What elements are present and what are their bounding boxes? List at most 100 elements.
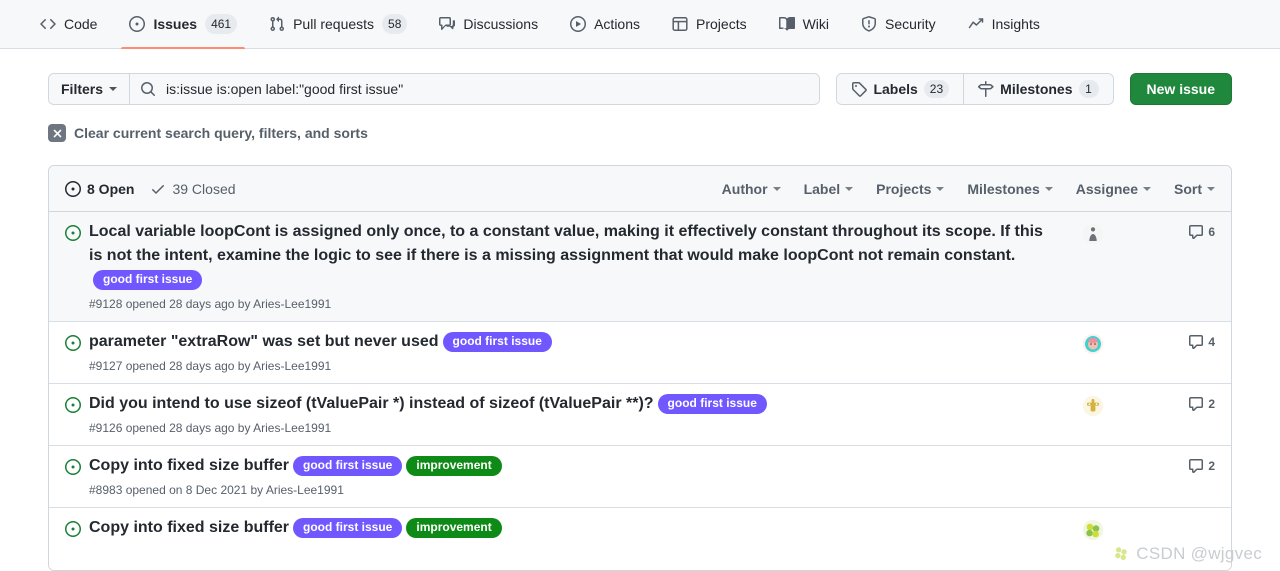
search-field-wrap[interactable] — [130, 74, 820, 104]
nav-tab-projects[interactable]: Projects — [656, 0, 763, 48]
issue-row[interactable]: Copy into fixed size buffer good first is… — [49, 507, 1231, 570]
issue-title[interactable]: Did you intend to use sizeof (tValuePair… — [89, 392, 1055, 416]
issue-meta: #9127 opened 28 days ago by Aries-Lee199… — [89, 358, 332, 373]
issue-opened-icon — [65, 520, 81, 537]
issue-title-text: parameter "extraRow" was set but never u… — [89, 332, 439, 350]
closed-issues-filter[interactable]: 39 Closed — [150, 181, 236, 197]
avatar[interactable] — [1083, 224, 1103, 244]
chevron-down-icon — [1143, 186, 1151, 191]
check-icon — [150, 181, 166, 197]
nav-tab-label: Code — [64, 16, 98, 32]
issue-row[interactable]: Copy into fixed size buffer good first is… — [49, 445, 1231, 508]
issues-list-header: 8 Open 39 Closed Author Label Projects M… — [49, 166, 1231, 212]
nav-tab-discussions[interactable]: Discussions — [423, 0, 554, 48]
issue-title[interactable]: Copy into fixed size buffer good first is… — [89, 454, 1055, 478]
avatar[interactable] — [1083, 519, 1103, 540]
nav-tab-pull-requests[interactable]: Pull requests 58 — [253, 0, 423, 48]
open-issues-filter[interactable]: 8 Open — [65, 180, 134, 197]
avatar[interactable] — [1083, 395, 1103, 416]
comment-icon — [1188, 224, 1204, 240]
search-input[interactable] — [164, 74, 812, 104]
issue-comment-count[interactable]: 2 — [1159, 396, 1215, 412]
issue-label[interactable]: good first issue — [93, 270, 203, 290]
milestones-button-label: Milestones — [1000, 81, 1073, 97]
issue-label[interactable]: improvement — [406, 455, 502, 476]
projects-dropdown[interactable]: Projects — [876, 181, 945, 197]
nav-tab-security[interactable]: Security — [845, 0, 952, 48]
issue-title[interactable]: Local variable loopCont is assigned only… — [89, 220, 1055, 292]
comment-icon — [1188, 396, 1204, 412]
issue-comment-count[interactable]: 2 — [1159, 458, 1215, 474]
issue-row[interactable]: parameter "extraRow" was set but never u… — [49, 321, 1231, 384]
issue-label[interactable]: improvement — [406, 517, 502, 538]
nav-tab-label: Insights — [991, 16, 1040, 32]
labels-count: 23 — [923, 80, 950, 98]
author-dropdown[interactable]: Author — [722, 181, 781, 197]
milestones-button[interactable]: Milestones 1 — [963, 74, 1113, 104]
issue-meta: #9126 opened 28 days ago by Aries-Lee199… — [89, 420, 332, 435]
comment-count-value: 2 — [1208, 396, 1215, 411]
chevron-down-icon — [109, 87, 118, 91]
issue-title[interactable]: parameter "extraRow" was set but never u… — [89, 330, 1055, 354]
issue-label[interactable]: good first issue — [293, 517, 403, 538]
nav-tab-label: Wiki — [802, 16, 830, 32]
issue-label[interactable]: good first issue — [442, 331, 552, 352]
issue-row[interactable]: Local variable loopCont is assigned only… — [49, 212, 1231, 322]
nav-tab-count: 58 — [382, 14, 408, 34]
issue-comment-count[interactable]: 4 — [1159, 334, 1215, 350]
play-icon — [570, 16, 587, 32]
label-dropdown-label: Label — [803, 180, 841, 197]
nav-tab-label: Actions — [594, 16, 641, 32]
issue-title-text: Local variable loopCont is assigned only… — [89, 223, 1043, 264]
assignee-avatar-slot — [1067, 395, 1159, 416]
nav-tab-label: Pull requests — [293, 16, 375, 32]
assignee-avatar-slot — [1067, 224, 1159, 244]
nav-tab-code[interactable]: Code — [24, 0, 113, 48]
nav-tab-wiki[interactable]: Wiki — [763, 0, 845, 48]
milestones-dropdown-label: Milestones — [967, 180, 1040, 197]
issue-comment-count[interactable]: 6 — [1159, 224, 1215, 240]
author-dropdown-label: Author — [721, 180, 768, 197]
nav-tab-insights[interactable]: Insights — [952, 0, 1056, 48]
graph-icon — [968, 16, 984, 32]
issue-row[interactable]: Did you intend to use sizeof (tValuePair… — [49, 383, 1231, 446]
issues-subnav: Filters Labels 23 — [48, 73, 1232, 105]
search-group: Filters — [48, 73, 821, 105]
avatar[interactable] — [1083, 333, 1103, 354]
issues-list: Local variable loopCont is assigned only… — [49, 212, 1231, 570]
comment-count-value: 4 — [1208, 334, 1215, 349]
search-icon — [140, 81, 156, 97]
milestones-dropdown[interactable]: Milestones — [967, 180, 1053, 197]
labels-milestones-group: Labels 23 Milestones 1 — [836, 73, 1114, 105]
issue-label[interactable]: good first issue — [657, 393, 767, 414]
nav-tab-label: Security — [885, 16, 936, 32]
issues-page: Filters Labels 23 — [0, 49, 1280, 571]
issue-row-aside: 4 — [1067, 330, 1215, 354]
nav-tab-actions[interactable]: Actions — [554, 0, 656, 48]
issue-opened-icon — [129, 16, 146, 32]
issue-row-aside: 2 — [1067, 392, 1215, 416]
repo-nav: Code Issues 461 Pull requests 58 Discuss… — [0, 0, 1280, 49]
issue-content: Copy into fixed size buffer good first is… — [89, 454, 1067, 499]
label-dropdown[interactable]: Label — [804, 181, 854, 197]
issue-label[interactable]: good first issue — [293, 455, 403, 476]
filters-button[interactable]: Filters — [49, 74, 131, 104]
chevron-down-icon — [772, 186, 781, 191]
new-issue-button[interactable]: New issue — [1129, 73, 1232, 105]
labels-button[interactable]: Labels 23 — [837, 74, 964, 104]
chevron-down-icon — [1044, 186, 1053, 191]
issue-row-aside — [1067, 516, 1215, 540]
nav-tab-label: Issues — [153, 16, 198, 32]
sort-dropdown[interactable]: Sort — [1174, 181, 1215, 197]
issue-opened-icon — [65, 458, 81, 475]
comment-count-value: 2 — [1208, 458, 1215, 473]
nav-tab-issues[interactable]: Issues 461 — [113, 0, 253, 49]
issue-title[interactable]: Copy into fixed size buffer good first is… — [89, 516, 1055, 540]
comment-discussion-icon — [439, 16, 456, 32]
assignee-dropdown[interactable]: Assignee — [1076, 181, 1151, 197]
clear-search-row[interactable]: Clear current search query, filters, and… — [48, 124, 1232, 142]
code-icon — [40, 16, 56, 32]
issue-meta: #9128 opened 28 days ago by Aries-Lee199… — [89, 297, 332, 311]
issue-content: parameter "extraRow" was set but never u… — [89, 330, 1067, 375]
issue-content: Local variable loopCont is assigned only… — [89, 220, 1067, 313]
